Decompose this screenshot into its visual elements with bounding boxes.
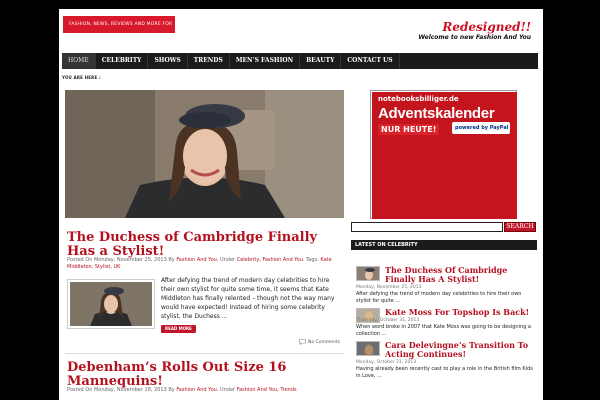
comments-count: No Comments [308,339,340,345]
post-thumbnail-photo [70,282,152,326]
sidebar-thumbnail-photo [357,342,379,355]
ad-brand: notebooksbilliger.de [378,95,459,103]
search-input[interactable] [351,222,503,232]
sidebar-thumbnail-photo [357,267,379,280]
post-categories-link[interactable]: Fashion And You, Trends [237,387,297,393]
featured-image[interactable] [65,90,344,218]
post-excerpt: After defying the trend of modern day ce… [161,277,335,320]
post-divider [65,353,344,354]
sidebar-item-excerpt: After defying the trend of modern day ce… [356,291,522,304]
post-author-link[interactable]: Fashion And You [176,387,216,393]
post-meta: Posted On Monday, November 25, 2013 By F… [67,257,345,271]
read-more-button[interactable]: READ MORE [161,325,196,333]
sidebar-item-title[interactable]: Cara Delevingne’s Transition To Acting C… [385,341,535,359]
header-redesigned: Redesigned!! [442,20,531,34]
post-meta-under: . Under [216,387,237,393]
sidebar-item-excerpt: Having already been recently cast to pla… [356,366,533,379]
sidebar-item-date: Monday, October 21, 2013 [356,360,417,365]
sidebar-header: LATEST ON CELEBRITY [351,240,537,250]
post-title[interactable]: The Duchess of Cambridge Finally Has a S… [67,231,342,259]
post-meta: Posted On Monday, November 18, 2013 By F… [67,387,345,394]
ad-banner: notebooksbilliger.de Adventskalender NUR… [372,92,517,219]
featured-photo [65,90,344,218]
nav-beauty[interactable]: BEAUTY [300,53,342,69]
post-thumbnail[interactable] [67,279,155,329]
header-welcome: Welcome to new Fashion And You [418,34,531,41]
post-meta-tags: . Tags: [302,257,321,263]
sidebar-thumbnail[interactable] [356,266,380,281]
post-categories-link[interactable]: Celebrity, Fashion And You [237,257,303,263]
sidebar-thumbnail[interactable] [356,341,380,356]
advertisement[interactable]: notebooksbilliger.de Adventskalender NUR… [370,90,517,219]
sidebar-item-excerpt: When word broke in 2007 that Kate Moss w… [356,324,531,337]
comment-icon [299,339,306,345]
nav-shows[interactable]: SHOWS [148,53,188,69]
page-container: FASHION, NEWS, REVIEWS AND MORE FOR YOU … [59,9,543,400]
search-button[interactable]: SEARCH [504,222,536,232]
main-nav: HOME CELEBRITY SHOWS TRENDS MEN’S FASHIO… [62,53,538,69]
ad-headline: Adventskalender [378,105,495,122]
nav-home[interactable]: HOME [62,53,96,69]
nav-celebrity[interactable]: CELEBRITY [96,53,149,69]
ad-paypal-label: powered by PayPal [452,122,510,134]
sidebar-item-date: Monday, November 25, 2013 [356,285,422,290]
post-author-link[interactable]: Fashion And You [176,257,216,263]
post-title[interactable]: Debenham’s Rolls Out Size 16 Mannequins! [67,361,342,389]
nav-trends[interactable]: TRENDS [188,53,230,69]
post-meta-under: . Under [216,257,237,263]
comments-link[interactable]: No Comments [299,339,340,345]
sidebar-item-date: Thursday, October 31, 2013 [356,318,420,323]
sidebar-item-title[interactable]: Kate Moss For Topshop Is Back! [385,308,535,317]
post-meta-prefix: Posted On Monday, November 18, 2013 By [67,387,177,393]
breadcrumb: YOU ARE HERE : [62,75,101,80]
site-logo[interactable]: FASHION, NEWS, REVIEWS AND MORE FOR YOU [63,16,175,44]
ad-badge: NUR HEUTE! [378,124,440,135]
nav-mens-fashion[interactable]: MEN’S FASHION [230,53,301,69]
post-meta-prefix: Posted On Monday, November 25, 2013 By [67,257,177,263]
sidebar-item-title[interactable]: The Duchess Of Cambridge Finally Has A S… [385,266,535,284]
nav-contact[interactable]: CONTACT US [341,53,400,69]
